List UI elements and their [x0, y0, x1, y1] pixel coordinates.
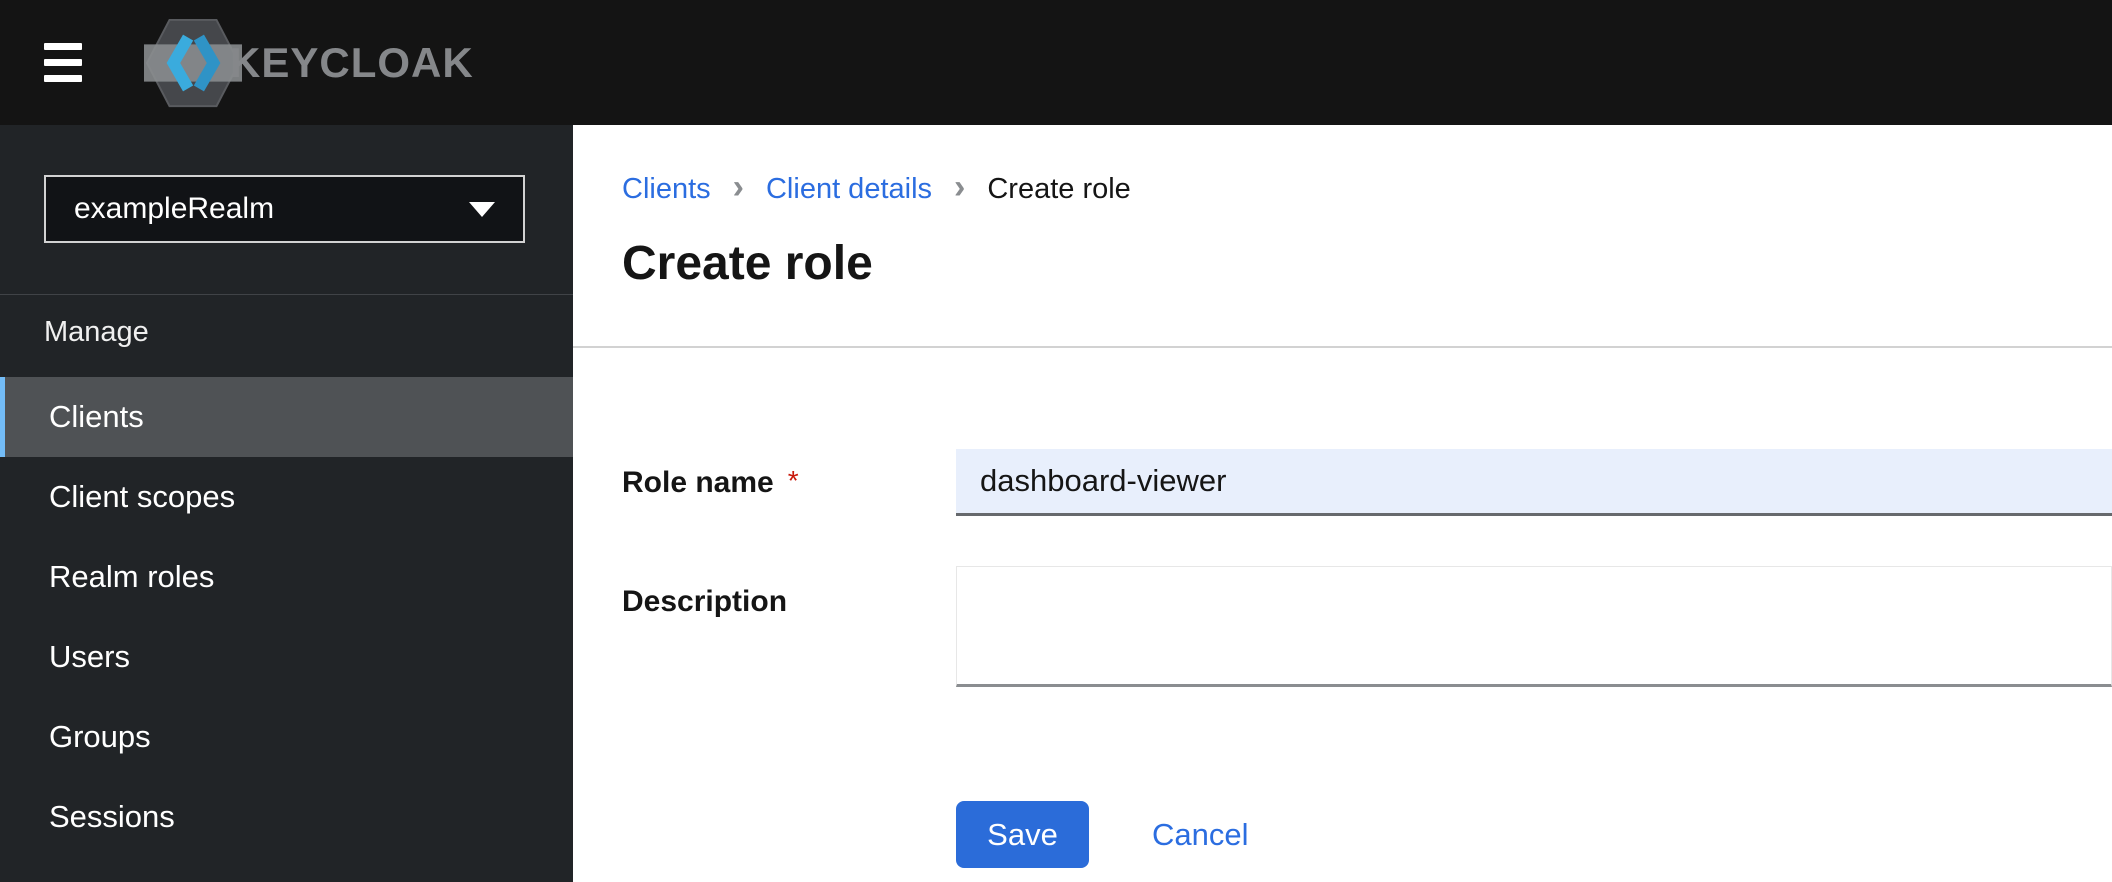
- sidebar: exampleRealm Manage Clients Client scope…: [0, 125, 573, 882]
- keycloak-hexagon-icon: [144, 16, 242, 110]
- sidebar-item-sessions[interactable]: Sessions: [0, 777, 573, 857]
- cancel-link[interactable]: Cancel: [1152, 817, 1249, 853]
- nav-item-label: Realm roles: [49, 559, 214, 595]
- sidebar-item-users[interactable]: Users: [0, 617, 573, 697]
- content: Clients › Client details › Create role C…: [573, 125, 2112, 882]
- description-label: Description: [622, 585, 787, 619]
- nav-item-label: Clients: [49, 399, 144, 435]
- caret-down-icon: [469, 202, 495, 217]
- keycloak-logo[interactable]: KEYCLOAK: [144, 16, 474, 110]
- sidebar-item-realm-roles[interactable]: Realm roles: [0, 537, 573, 617]
- nav-item-label: Users: [49, 639, 130, 675]
- description-textarea[interactable]: [956, 566, 2112, 687]
- save-button[interactable]: Save: [956, 801, 1089, 868]
- sidebar-nav: Clients Client scopes Realm roles Users …: [0, 377, 573, 882]
- role-name-input[interactable]: [956, 449, 2112, 516]
- sidebar-item-client-scopes[interactable]: Client scopes: [0, 457, 573, 537]
- nav-section-title: Manage: [44, 316, 149, 349]
- app-header: KEYCLOAK: [0, 0, 2112, 125]
- sidebar-item-events[interactable]: Events: [0, 857, 573, 882]
- realm-selector-value: exampleRealm: [74, 192, 274, 226]
- nav-item-label: Client scopes: [49, 479, 235, 515]
- role-name-label-text: Role name: [622, 466, 774, 499]
- realm-selector[interactable]: exampleRealm: [44, 175, 525, 243]
- hamburger-icon[interactable]: [44, 43, 82, 82]
- role-name-label: Role name *: [622, 465, 799, 500]
- nav-item-label: Sessions: [49, 799, 175, 835]
- sidebar-divider: [0, 294, 573, 295]
- sidebar-item-clients[interactable]: Clients: [0, 377, 573, 457]
- required-asterisk: *: [788, 465, 799, 496]
- brand-wordmark: KEYCLOAK: [230, 42, 474, 84]
- create-role-form: Role name * Description Save Cancel: [573, 125, 2112, 882]
- nav-item-label: Groups: [49, 719, 151, 755]
- sidebar-item-groups[interactable]: Groups: [0, 697, 573, 777]
- keycloak-admin-console: KEYCLOAK exampleRealm Manage Clients Cli…: [0, 0, 2112, 882]
